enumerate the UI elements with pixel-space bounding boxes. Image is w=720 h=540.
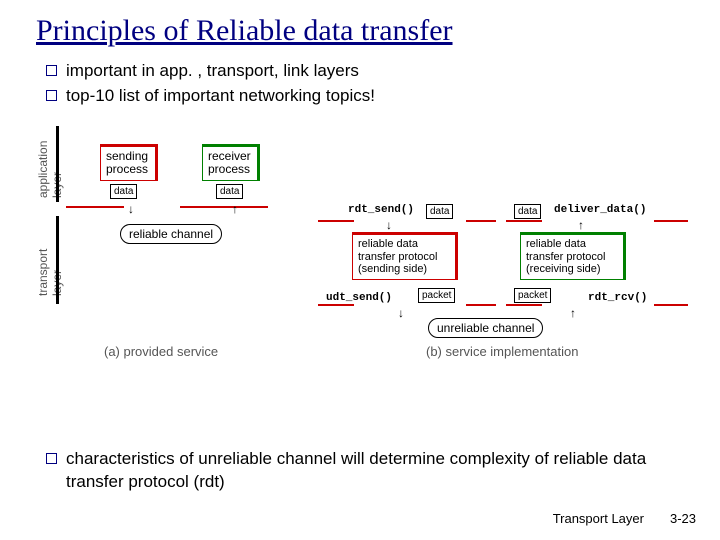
fn-rdt-send: rdt_send(): [348, 204, 414, 216]
box-rdt-receiving: reliable datatransfer protocol(receiving…: [520, 232, 626, 280]
bullet-text: top-10 list of important networking topi…: [66, 85, 375, 108]
square-bullet-icon: [46, 65, 57, 76]
fn-udt-send: udt_send(): [326, 292, 392, 304]
layer-label-application: applicationlayer: [36, 141, 64, 198]
list-item: important in app. , transport, link laye…: [46, 60, 720, 83]
divider-line: [506, 304, 542, 306]
arrow-up-icon: ↑: [578, 218, 584, 232]
arrow-up-icon: ↑: [232, 202, 238, 216]
square-bullet-icon: [46, 453, 57, 464]
bottom-bullet-list: characteristics of unreliable channel wi…: [46, 448, 666, 496]
divider-line: [654, 304, 688, 306]
figure-container: applicationlayer transportlayer sendingp…: [30, 120, 690, 380]
divider-line: [466, 220, 496, 222]
list-item: characteristics of unreliable channel wi…: [46, 448, 666, 494]
arrow-down-icon: ↓: [398, 306, 404, 320]
page-title: Principles of Reliable data transfer: [0, 0, 720, 48]
top-bullet-list: important in app. , transport, link laye…: [0, 48, 720, 108]
fn-rdt-rcv: rdt_rcv(): [588, 292, 647, 304]
arrow-down-icon: ↓: [386, 218, 392, 232]
divider-line: [506, 220, 542, 222]
box-receiver-process: receiverprocess: [202, 144, 260, 181]
layer-bar: [56, 216, 59, 304]
divider-line: [318, 220, 354, 222]
square-bullet-icon: [46, 90, 57, 101]
tag-data: data: [216, 184, 243, 199]
tag-data: data: [426, 204, 453, 219]
box-sending-process: sendingprocess: [100, 144, 158, 181]
caption-a: (a) provided service: [104, 344, 218, 359]
arrow-up-icon: ↑: [570, 306, 576, 320]
tag-packet: packet: [418, 288, 455, 303]
divider-line: [654, 220, 688, 222]
caption-b: (b) service implementation: [426, 344, 578, 359]
bullet-text: important in app. , transport, link laye…: [66, 60, 359, 83]
tag-data: data: [514, 204, 541, 219]
layer-label-transport: transportlayer: [36, 249, 64, 296]
bullet-text: characteristics of unreliable channel wi…: [66, 448, 666, 494]
divider-line: [466, 304, 496, 306]
fn-deliver-data: deliver_data(): [554, 204, 646, 216]
footer-page: 3-23: [670, 511, 696, 526]
arrow-down-icon: ↓: [128, 202, 134, 216]
divider-line: [180, 206, 268, 208]
slide-footer: Transport Layer 3-23: [553, 511, 696, 526]
box-rdt-sending: reliable datatransfer protocol(sending s…: [352, 232, 458, 280]
channel-unreliable: unreliable channel: [428, 318, 543, 338]
divider-line: [318, 304, 354, 306]
list-item: top-10 list of important networking topi…: [46, 85, 720, 108]
layer-bar: [56, 126, 59, 202]
channel-reliable: reliable channel: [120, 224, 222, 244]
tag-data: data: [110, 184, 137, 199]
divider-line: [66, 206, 124, 208]
footer-label: Transport Layer: [553, 511, 644, 526]
tag-packet: packet: [514, 288, 551, 303]
